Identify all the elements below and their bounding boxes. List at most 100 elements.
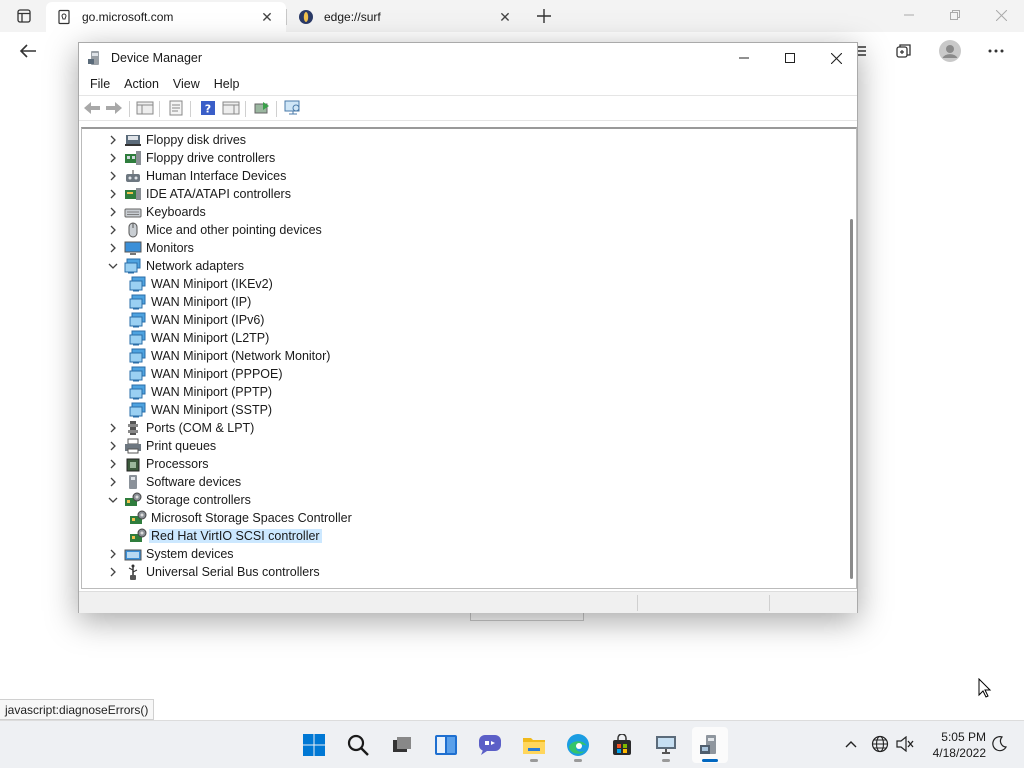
tree-category-row[interactable]: Print queues [106,437,216,455]
tree-category-row[interactable]: Floppy disk drives [106,131,246,149]
tree-device-row[interactable]: WAN Miniport (SSTP) [125,401,272,419]
tree-item-label: WAN Miniport (IKEv2) [151,277,273,291]
remote-desktop-button[interactable] [648,727,684,763]
tree-device-row[interactable]: WAN Miniport (L2TP) [125,329,269,347]
back-icon[interactable] [83,100,101,116]
network-tray-button[interactable] [869,733,891,755]
scan-hardware-changes-icon[interactable] [284,100,302,116]
action-pane-icon[interactable] [222,100,240,116]
chevron-right-icon[interactable] [106,239,120,257]
tree-category-row[interactable]: Universal Serial Bus controllers [106,563,320,581]
menu-file[interactable]: File [83,77,117,91]
tree-item-label: WAN Miniport (PPPOE) [151,367,283,381]
chevron-right-icon[interactable] [106,563,120,581]
tree-device-row[interactable]: WAN Miniport (PPTP) [125,383,272,401]
task-view-button[interactable] [384,727,420,763]
chevron-right-icon[interactable] [106,149,120,167]
tree-category-row[interactable]: Keyboards [106,203,206,221]
tree-category-row[interactable]: Floppy drive controllers [106,149,275,167]
device-manager-taskbar-button[interactable] [692,727,728,763]
maximize-button[interactable] [767,43,813,73]
tree-category-row[interactable]: Processors [106,455,209,473]
taskbar-clock[interactable]: 5:05 PM 4/18/2022 [922,729,986,761]
status-url-bar: javascript:diagnoseErrors() [0,699,155,720]
tree-device-row[interactable]: WAN Miniport (PPPOE) [125,365,283,383]
minimize-icon [739,57,749,59]
settings-more-button[interactable] [980,35,1012,67]
browser-tab-strip: go.microsoft.com ✕ edge://surf ✕ [0,0,1024,32]
tree-category-row[interactable]: System devices [106,545,234,563]
avatar-icon [939,40,961,62]
profile-button[interactable] [934,35,966,67]
tree-category-row[interactable]: Network adapters [106,257,244,275]
chat-button[interactable] [472,727,508,763]
tree-category-row[interactable]: Monitors [106,239,194,257]
store-button[interactable] [604,727,640,763]
close-button[interactable] [813,43,859,73]
chevron-down-icon[interactable] [106,257,120,275]
browser-minimize-button[interactable] [886,0,932,30]
show-hidden-icons-button[interactable] [840,733,862,755]
edge-button[interactable] [560,727,596,763]
browser-close-button[interactable] [978,0,1024,30]
volume-tray-button[interactable] [894,733,916,755]
tab-close-icon[interactable]: ✕ [258,8,276,26]
tree-item-label: WAN Miniport (IPv6) [151,313,265,327]
tab-actions-button[interactable] [8,5,40,27]
chevron-right-icon[interactable] [106,545,120,563]
tree-category-row[interactable]: Ports (COM & LPT) [106,419,254,437]
chevron-right-icon[interactable] [106,185,120,203]
search-button[interactable] [340,727,376,763]
update-driver-icon[interactable] [253,100,271,116]
tree-category-row[interactable]: Storage controllers [106,491,251,509]
new-tab-button[interactable] [532,4,556,28]
speaker-muted-icon [896,736,914,752]
minimize-button[interactable] [721,43,767,73]
more-dots-icon [988,49,1004,53]
chevron-down-icon[interactable] [106,491,120,509]
device-manager-title-bar[interactable]: Device Manager [79,43,857,73]
file-explorer-button[interactable] [516,727,552,763]
back-button[interactable] [12,35,44,67]
browser-tab[interactable]: edge://surf ✕ [288,2,524,32]
help-icon[interactable]: ? [199,100,217,116]
tree-scrollbar[interactable] [850,219,853,579]
tree-device-row[interactable]: WAN Miniport (IPv6) [125,311,264,329]
widgets-button[interactable] [428,727,464,763]
properties-icon[interactable] [167,100,185,116]
menu-action[interactable]: Action [117,77,166,91]
chat-icon [479,735,501,755]
notifications-button[interactable] [988,733,1010,755]
browser-restore-button[interactable] [932,0,978,30]
chevron-right-icon[interactable] [106,419,120,437]
menu-view[interactable]: View [166,77,207,91]
tree-category-row[interactable]: IDE ATA/ATAPI controllers [106,185,291,203]
processor-icon [124,456,142,472]
tree-device-row[interactable]: WAN Miniport (Network Monitor) [125,347,330,365]
show-hide-console-tree-icon[interactable] [136,100,154,116]
collections-button[interactable] [888,35,920,67]
tree-device-row[interactable]: Microsoft Storage Spaces Controller [125,509,352,527]
chevron-right-icon[interactable] [106,473,120,491]
taskbar: 5:05 PM 4/18/2022 [0,720,1024,768]
chevron-right-icon[interactable] [106,455,120,473]
start-button[interactable] [296,727,332,763]
tree-category-row[interactable]: Software devices [106,473,241,491]
forward-icon[interactable] [105,100,123,116]
tree-category-row[interactable]: Mice and other pointing devices [106,221,322,239]
clock-time: 5:05 PM [941,730,986,744]
chevron-right-icon[interactable] [106,437,120,455]
store-bag-icon [613,734,631,755]
tab-close-icon[interactable]: ✕ [496,8,514,26]
chevron-right-icon[interactable] [106,203,120,221]
browser-tab-active[interactable]: go.microsoft.com ✕ [46,2,286,32]
tree-device-row[interactable]: WAN Miniport (IP) [125,293,251,311]
tree-category-row[interactable]: Human Interface Devices [106,167,286,185]
menu-help[interactable]: Help [207,77,247,91]
tree-device-row[interactable]: WAN Miniport (IKEv2) [125,275,273,293]
chevron-right-icon[interactable] [106,167,120,185]
chevron-right-icon[interactable] [106,131,120,149]
chevron-right-icon[interactable] [106,221,120,239]
globe-network-icon [871,735,889,753]
tree-device-row[interactable]: Red Hat VirtIO SCSI controller [125,527,322,545]
